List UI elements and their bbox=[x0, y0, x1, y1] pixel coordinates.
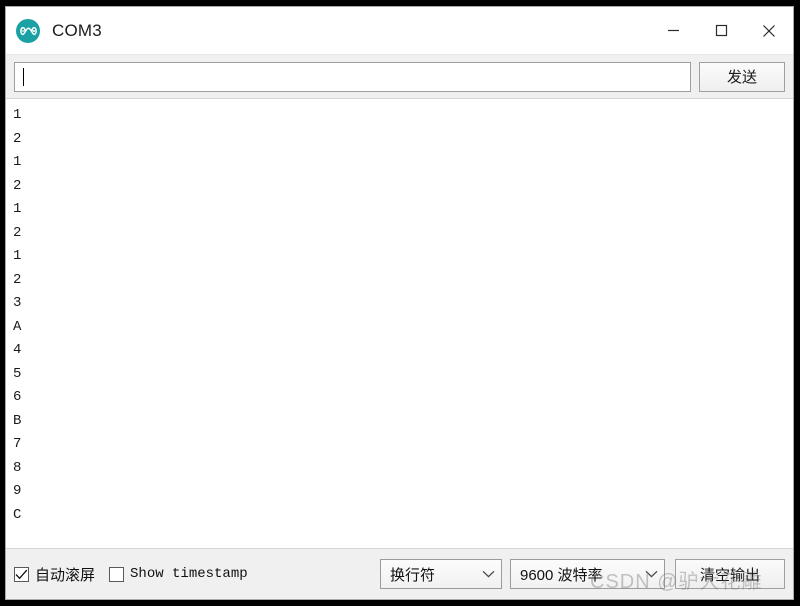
serial-output-line: 8 bbox=[13, 459, 22, 476]
clear-output-button[interactable]: 清空输出 bbox=[675, 559, 785, 589]
newline-select-value: 换行符 bbox=[390, 566, 436, 584]
maximize-button[interactable] bbox=[697, 7, 745, 54]
autoscroll-checkbox[interactable]: 自动滚屏 bbox=[14, 564, 95, 585]
checkmark-icon bbox=[15, 569, 28, 579]
send-button[interactable]: 发送 bbox=[699, 61, 785, 92]
window-title: COM3 bbox=[52, 20, 102, 40]
serial-output-line: 3 bbox=[13, 295, 22, 311]
maximize-icon bbox=[715, 24, 727, 37]
show-timestamp-label: Show timestamp bbox=[130, 566, 248, 582]
serial-output-line: A bbox=[13, 318, 22, 335]
chevron-down-icon bbox=[476, 570, 495, 578]
serial-output-line: 6 bbox=[13, 389, 22, 405]
screen: COM3 发送 1 2 1 2 1 2 1 2 3 A 4 5 6 B 7 8 … bbox=[0, 0, 800, 606]
title-bar: COM3 bbox=[6, 7, 793, 55]
chevron-down-icon bbox=[639, 570, 658, 578]
arduino-infinity-icon bbox=[16, 18, 40, 43]
serial-output-line: 2 bbox=[13, 177, 22, 194]
window-controls bbox=[649, 7, 793, 54]
serial-output-line: 1 bbox=[13, 107, 22, 123]
autoscroll-label: 自动滚屏 bbox=[35, 566, 96, 584]
show-timestamp-checkbox-box[interactable] bbox=[109, 566, 125, 582]
text-caret bbox=[23, 67, 24, 86]
serial-output-line: 5 bbox=[13, 365, 22, 382]
send-bar: 发送 bbox=[6, 55, 793, 99]
close-icon bbox=[763, 24, 775, 37]
serial-output-lines: 1 2 1 2 1 2 1 2 3 A 4 5 6 B 7 8 9 C bbox=[13, 104, 793, 527]
close-button[interactable] bbox=[745, 7, 793, 54]
serial-output-line: 1 bbox=[13, 248, 22, 264]
serial-output-line: C bbox=[13, 506, 22, 523]
autoscroll-checkbox-box[interactable] bbox=[14, 566, 29, 582]
serial-output-line: B bbox=[13, 412, 22, 429]
minimize-icon bbox=[667, 29, 679, 32]
serial-output-area[interactable]: 1 2 1 2 1 2 1 2 3 A 4 5 6 B 7 8 9 C bbox=[6, 99, 793, 549]
serial-output-line: 2 bbox=[13, 224, 22, 241]
serial-output-line: 9 bbox=[13, 483, 22, 499]
show-timestamp-checkbox[interactable]: Show timestamp bbox=[109, 566, 248, 582]
serial-output-line: 2 bbox=[13, 271, 22, 288]
serial-output-line: 2 bbox=[13, 130, 22, 147]
send-input[interactable] bbox=[14, 61, 691, 92]
baud-rate-select-value: 9600 波特率 bbox=[520, 566, 603, 584]
serial-output-line: 1 bbox=[13, 154, 22, 170]
minimize-button[interactable] bbox=[649, 7, 697, 54]
serial-output-line: 7 bbox=[13, 436, 22, 452]
baud-rate-select[interactable]: 9600 波特率 bbox=[510, 559, 665, 589]
serial-monitor-window: COM3 发送 1 2 1 2 1 2 1 2 3 A 4 5 6 B 7 8 … bbox=[5, 6, 794, 600]
status-bar: 自动滚屏 Show timestamp 换行符 9600 波特率 清空输出 bbox=[6, 549, 793, 599]
serial-output-line: 4 bbox=[13, 342, 22, 358]
serial-output-line: 1 bbox=[13, 201, 22, 217]
newline-select[interactable]: 换行符 bbox=[380, 559, 502, 589]
